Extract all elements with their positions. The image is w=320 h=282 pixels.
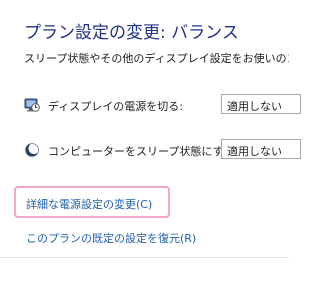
restore-defaults-link[interactable]: このプランの既定の設定を復元(R) bbox=[26, 230, 196, 246]
sleep-setting-row: コンピューターをスリープ状態にする: 適用しない bbox=[24, 139, 301, 161]
page-subtitle: スリープ状態やその他のディスプレイ設定をお使いのコンピ bbox=[24, 52, 289, 65]
sleep-label: コンピューターをスリープ状態にする: bbox=[48, 145, 239, 158]
moon-sleep-icon bbox=[24, 142, 40, 158]
display-off-setting-row: ディスプレイの電源を切る: 適用しない bbox=[24, 94, 301, 116]
advanced-power-settings-link[interactable]: 詳細な電源設定の変更(C) bbox=[26, 196, 152, 212]
monitor-clock-icon bbox=[24, 97, 40, 113]
display-off-label: ディスプレイの電源を切る: bbox=[48, 100, 183, 113]
page-title: プラン設定の変更: バランス bbox=[24, 23, 239, 43]
divider bbox=[0, 257, 289, 258]
display-off-dropdown-value: 適用しない bbox=[227, 100, 282, 113]
sleep-dropdown[interactable]: 適用しない bbox=[221, 139, 301, 159]
display-off-dropdown[interactable]: 適用しない bbox=[221, 94, 301, 114]
sleep-dropdown-value: 適用しない bbox=[227, 145, 282, 158]
